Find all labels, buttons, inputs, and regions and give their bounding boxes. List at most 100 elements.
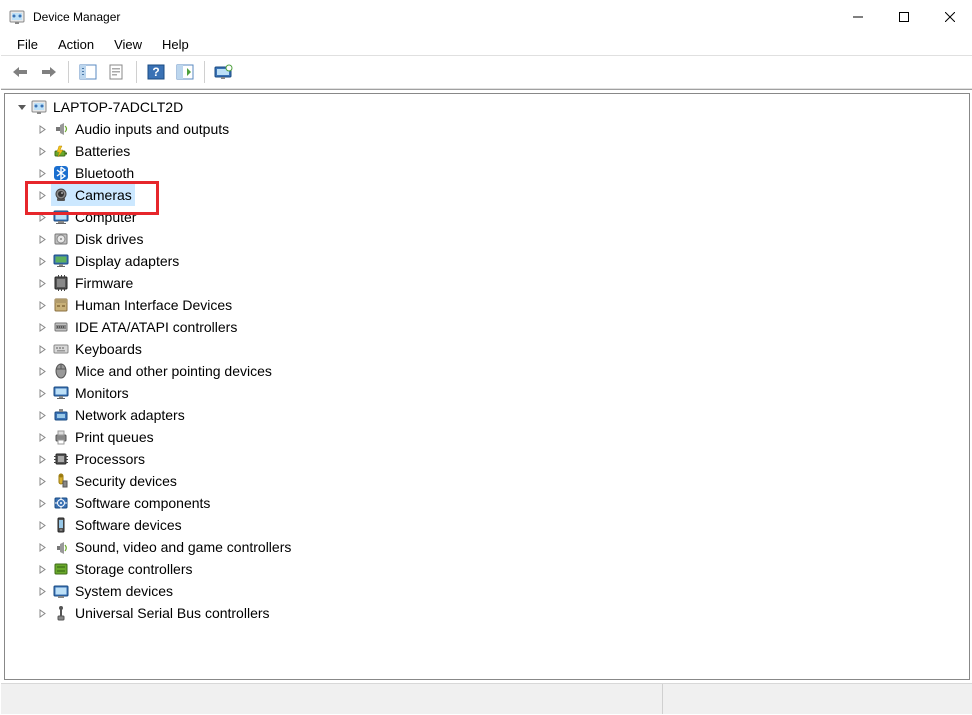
- expand-icon[interactable]: [35, 298, 49, 312]
- audio-icon: [53, 121, 69, 137]
- expand-icon[interactable]: [35, 430, 49, 444]
- expand-icon[interactable]: [35, 122, 49, 136]
- menu-view[interactable]: View: [104, 35, 152, 54]
- show-hide-tree-button[interactable]: [75, 59, 101, 85]
- help-button[interactable]: ?: [143, 59, 169, 85]
- expand-icon[interactable]: [35, 364, 49, 378]
- minimize-button[interactable]: [835, 1, 881, 33]
- swcomp-icon: [53, 495, 69, 511]
- close-button[interactable]: [927, 1, 972, 33]
- maximize-button[interactable]: [881, 1, 927, 33]
- expand-icon[interactable]: [35, 606, 49, 620]
- tree-item-label: Software devices: [75, 517, 182, 533]
- tree-item-label: Software components: [75, 495, 210, 511]
- tree-item-label: Audio inputs and outputs: [75, 121, 229, 137]
- mouse-icon: [53, 363, 69, 379]
- system-icon: [53, 583, 69, 599]
- tree-item-label: System devices: [75, 583, 173, 599]
- tree-item-label: Print queues: [75, 429, 154, 445]
- network-icon: [53, 407, 69, 423]
- cpu-icon: [53, 451, 69, 467]
- window-controls: [835, 1, 972, 33]
- expand-icon[interactable]: [35, 166, 49, 180]
- tree-item-camera[interactable]: Cameras: [5, 184, 969, 206]
- tree-item-system[interactable]: System devices: [5, 580, 969, 602]
- menu-action[interactable]: Action: [48, 35, 104, 54]
- tree-item-battery[interactable]: Batteries: [5, 140, 969, 162]
- collapse-icon[interactable]: [15, 100, 29, 114]
- tree-item-swdev[interactable]: Software devices: [5, 514, 969, 536]
- expand-icon[interactable]: [35, 496, 49, 510]
- firmware-icon: [53, 275, 69, 291]
- monitor-icon: [53, 385, 69, 401]
- storage-icon: [53, 561, 69, 577]
- tree-item-usb[interactable]: Universal Serial Bus controllers: [5, 602, 969, 624]
- tree-item-hid[interactable]: Human Interface Devices: [5, 294, 969, 316]
- tree-item-disk[interactable]: Disk drives: [5, 228, 969, 250]
- root-label: LAPTOP-7ADCLT2D: [53, 99, 183, 115]
- tree-item-label: Human Interface Devices: [75, 297, 232, 313]
- expand-icon[interactable]: [35, 320, 49, 334]
- expand-icon[interactable]: [35, 540, 49, 554]
- expand-icon[interactable]: [35, 210, 49, 224]
- expand-icon[interactable]: [35, 386, 49, 400]
- hid-icon: [53, 297, 69, 313]
- tree-item-sound[interactable]: Sound, video and game controllers: [5, 536, 969, 558]
- tree-item-storage[interactable]: Storage controllers: [5, 558, 969, 580]
- computer-icon: [31, 99, 47, 115]
- expand-icon[interactable]: [35, 518, 49, 532]
- expand-icon[interactable]: [35, 232, 49, 246]
- svg-text:?: ?: [152, 65, 159, 79]
- tree-item-bluetooth[interactable]: Bluetooth: [5, 162, 969, 184]
- expand-icon[interactable]: [35, 144, 49, 158]
- security-icon: [53, 473, 69, 489]
- tree-item-label: Computer: [75, 209, 136, 225]
- tree-item-display[interactable]: Display adapters: [5, 250, 969, 272]
- disk-icon: [53, 231, 69, 247]
- printer-icon: [53, 429, 69, 445]
- expand-icon[interactable]: [35, 408, 49, 422]
- expand-icon[interactable]: [35, 584, 49, 598]
- tree-item-security[interactable]: Security devices: [5, 470, 969, 492]
- tree-item-mouse[interactable]: Mice and other pointing devices: [5, 360, 969, 382]
- tree-item-monitor[interactable]: Monitors: [5, 382, 969, 404]
- back-button[interactable]: [7, 59, 33, 85]
- menu-help[interactable]: Help: [152, 35, 199, 54]
- forward-button[interactable]: [36, 59, 62, 85]
- add-legacy-hardware-button[interactable]: [211, 59, 237, 85]
- tree-root[interactable]: LAPTOP-7ADCLT2D: [5, 96, 969, 118]
- camera-icon: [53, 187, 69, 203]
- toolbar: ?: [1, 56, 972, 89]
- device-tree[interactable]: LAPTOP-7ADCLT2D Audio inputs and outputs…: [4, 93, 970, 680]
- tree-item-computer[interactable]: Computer: [5, 206, 969, 228]
- tree-item-keyboard[interactable]: Keyboards: [5, 338, 969, 360]
- tree-item-ide[interactable]: IDE ATA/ATAPI controllers: [5, 316, 969, 338]
- tree-item-audio[interactable]: Audio inputs and outputs: [5, 118, 969, 140]
- tree-item-cpu[interactable]: Processors: [5, 448, 969, 470]
- tree-item-label: Monitors: [75, 385, 129, 401]
- tree-item-label: Bluetooth: [75, 165, 134, 181]
- swdev-icon: [53, 517, 69, 533]
- statusbar: [1, 683, 972, 714]
- tree-item-label: Network adapters: [75, 407, 185, 423]
- tree-item-label: Disk drives: [75, 231, 143, 247]
- menu-file[interactable]: File: [7, 35, 48, 54]
- scan-hardware-button[interactable]: [172, 59, 198, 85]
- titlebar: Device Manager: [1, 1, 972, 33]
- expand-icon[interactable]: [35, 562, 49, 576]
- tree-item-label: IDE ATA/ATAPI controllers: [75, 319, 237, 335]
- tree-item-network[interactable]: Network adapters: [5, 404, 969, 426]
- tree-item-swcomp[interactable]: Software components: [5, 492, 969, 514]
- expand-icon[interactable]: [35, 276, 49, 290]
- tree-item-label: Mice and other pointing devices: [75, 363, 272, 379]
- expand-icon[interactable]: [35, 254, 49, 268]
- properties-button[interactable]: [104, 59, 130, 85]
- expand-icon[interactable]: [35, 474, 49, 488]
- expand-icon[interactable]: [35, 188, 49, 202]
- expand-icon[interactable]: [35, 342, 49, 356]
- computer-icon: [53, 209, 69, 225]
- tree-item-firmware[interactable]: Firmware: [5, 272, 969, 294]
- tree-item-printer[interactable]: Print queues: [5, 426, 969, 448]
- expand-icon[interactable]: [35, 452, 49, 466]
- device-manager-icon: [9, 9, 25, 25]
